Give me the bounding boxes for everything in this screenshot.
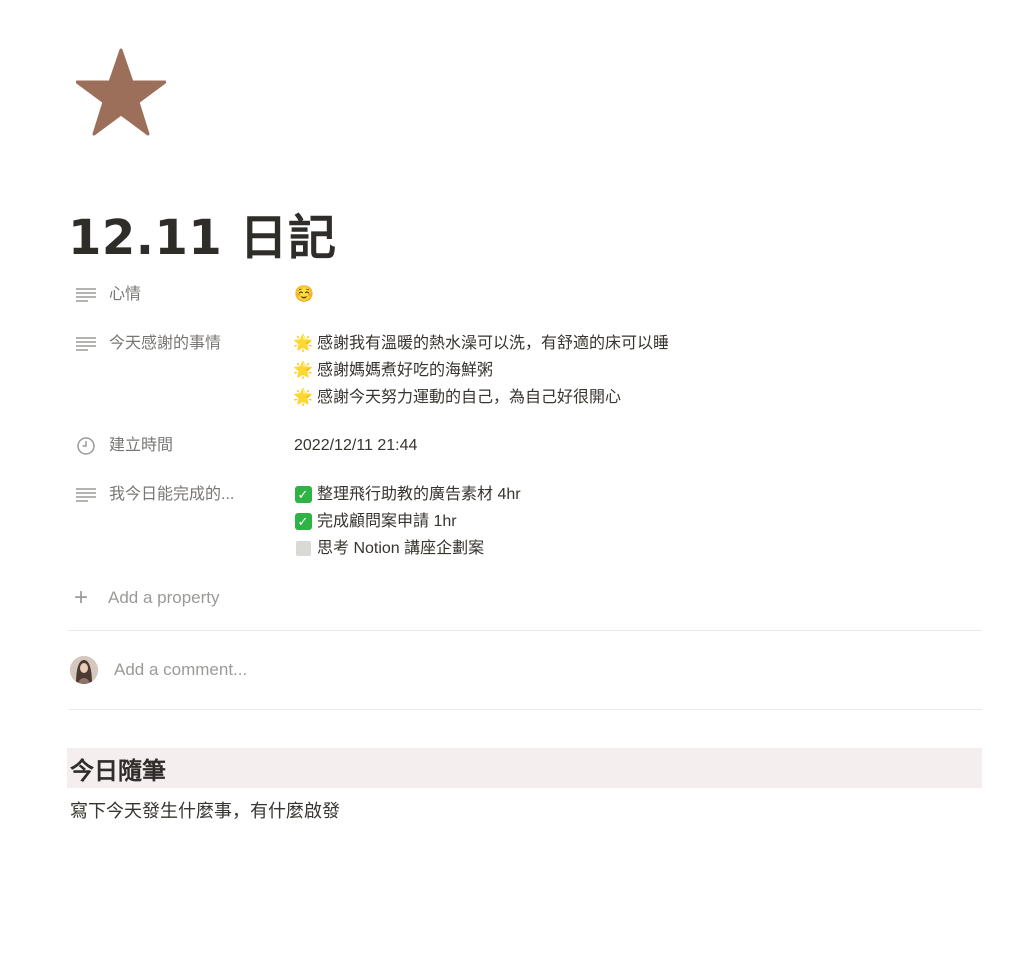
- text-lines-icon: [74, 481, 98, 508]
- heading-block[interactable]: 今日隨筆: [67, 748, 982, 788]
- empty-square-icon: [294, 540, 312, 558]
- list-item-text: 感謝我有溫暖的熱水澡可以洗，有舒適的床可以睡: [317, 335, 670, 352]
- clock-icon: [74, 432, 98, 459]
- todo-item-text: 整理飛行助教的廣告素材 4hr: [317, 486, 521, 503]
- property-name[interactable]: 我今日能完成的...: [68, 481, 294, 562]
- property-todo: 我今日能完成的... ✓ 整理飛行助教的廣告素材 4hr ✓ 完成顧問案申請 1…: [68, 481, 982, 562]
- plus-icon: +: [74, 584, 89, 611]
- avatar: [70, 656, 98, 684]
- checkmark-icon: ✓: [294, 486, 312, 504]
- property-value[interactable]: ☺️: [294, 281, 314, 308]
- glowing-star-emoji: 🌟: [293, 389, 313, 406]
- list-item: 🌟 感謝媽媽煮好吃的海鮮粥: [293, 357, 669, 384]
- todo-item: ✓ 完成顧問案申請 1hr: [294, 508, 521, 535]
- divider: [68, 630, 982, 631]
- body-paragraph[interactable]: 寫下今天發生什麼事，有什麼啟發: [70, 797, 340, 823]
- property-label: 今天感謝的事情: [109, 335, 222, 352]
- property-label: 我今日能完成的...: [109, 486, 235, 503]
- section-heading: 今日隨筆: [70, 757, 166, 785]
- property-value[interactable]: 🌟 感謝我有溫暖的熱水澡可以洗，有舒適的床可以睡 🌟 感謝媽媽煮好吃的海鮮粥 🌟…: [293, 330, 670, 411]
- property-label: 建立時間: [109, 437, 174, 454]
- page-title[interactable]: 12.11 日記: [68, 198, 337, 268]
- add-property-button[interactable]: + Add a property: [74, 586, 220, 610]
- glowing-star-emoji: 🌟: [293, 335, 313, 352]
- comment-input[interactable]: Add a comment...: [114, 660, 247, 680]
- property-gratitude: 今天感謝的事情 🌟 感謝我有溫暖的熱水澡可以洗，有舒適的床可以睡 🌟 感謝媽媽煮…: [68, 330, 982, 411]
- property-name[interactable]: 今天感謝的事情: [68, 330, 294, 411]
- property-mood: 心情 ☺️: [68, 281, 982, 308]
- created-time-value: 2022/12/11 21:44: [294, 437, 418, 454]
- property-name[interactable]: 心情: [68, 281, 294, 308]
- divider: [68, 709, 982, 710]
- todo-item: ✓ 整理飛行助教的廣告素材 4hr: [294, 481, 521, 508]
- property-value: 2022/12/11 21:44: [294, 432, 417, 459]
- list-item: 🌟 感謝我有溫暖的熱水澡可以洗，有舒適的床可以睡: [293, 330, 670, 357]
- smile-emoji: ☺️: [294, 286, 314, 303]
- add-property-label: Add a property: [108, 588, 220, 607]
- property-value[interactable]: ✓ 整理飛行助教的廣告素材 4hr ✓ 完成顧問案申請 1hr 思考 Notio…: [294, 481, 521, 562]
- star-icon[interactable]: [76, 48, 166, 136]
- checkmark-icon: ✓: [294, 513, 312, 531]
- text-lines-icon: [74, 281, 98, 308]
- property-name[interactable]: 建立時間: [68, 432, 294, 459]
- text-lines-icon: [74, 330, 98, 357]
- todo-item: 思考 Notion 講座企劃案: [294, 535, 521, 562]
- todo-item-text: 思考 Notion 講座企劃案: [317, 540, 485, 557]
- todo-item-text: 完成顧問案申請 1hr: [317, 513, 457, 530]
- property-created-time: 建立時間 2022/12/11 21:44: [68, 432, 982, 459]
- property-label: 心情: [109, 286, 142, 303]
- list-item: 🌟 感謝今天努力運動的自己，為自己好很開心: [293, 384, 669, 411]
- glowing-star-emoji: 🌟: [293, 362, 313, 379]
- list-item-text: 感謝今天努力運動的自己，為自己好很開心: [317, 389, 622, 406]
- comment-row: Add a comment...: [70, 656, 247, 684]
- list-item-text: 感謝媽媽煮好吃的海鮮粥: [317, 362, 494, 379]
